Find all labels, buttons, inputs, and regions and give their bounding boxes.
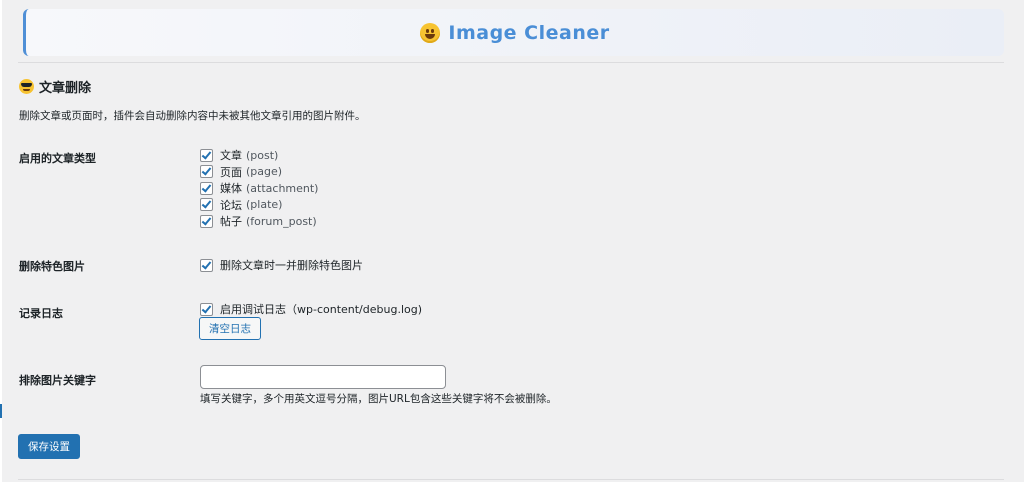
post-type-slug: (post) — [246, 148, 279, 162]
clear-log-button[interactable]: 清空日志 — [199, 317, 261, 340]
enable-debug-log-text: 启用调试日志（wp-content/debug.log) — [220, 303, 423, 317]
delete-featured-image-option[interactable]: 删除文章时一并删除特色图片 — [200, 257, 363, 274]
post-type-name: 帖子 — [220, 215, 242, 229]
post-type-name: 论坛 — [220, 198, 242, 212]
delete-featured-image-text: 删除文章时一并删除特色图片 — [220, 259, 363, 273]
post-type-name: 媒体 — [220, 182, 242, 196]
header-divider — [18, 62, 1004, 63]
post-type-plate-checkbox[interactable] — [200, 198, 213, 212]
section-title-text: 文章删除 — [39, 81, 92, 96]
delete-featured-image-checkbox[interactable] — [200, 258, 213, 272]
footer-divider — [18, 479, 1004, 480]
header-banner: Image Cleaner — [23, 9, 1004, 56]
post-type-slug: (attachment) — [246, 181, 319, 195]
post-type-page[interactable]: 页面 (page) — [200, 164, 318, 181]
post-type-page-checkbox[interactable] — [200, 165, 213, 179]
post-types-label: 启用的文章类型 — [19, 152, 96, 165]
enable-debug-log-checkbox[interactable] — [200, 302, 213, 316]
sidebar-active-marker — [0, 404, 2, 418]
post-type-name: 页面 — [220, 165, 242, 179]
featured-image-label: 删除特色图片 — [19, 260, 85, 273]
post-type-attachment-checkbox[interactable] — [200, 181, 213, 195]
post-type-plate[interactable]: 论坛 (plate) — [200, 197, 318, 214]
post-type-slug: (forum_post) — [246, 214, 317, 228]
admin-sidebar-edge — [0, 0, 2, 482]
plugin-title-text: Image Cleaner — [448, 21, 610, 44]
post-types-checkbox-list: 文章 (post) 页面 (page) 媒体 (attachment) 论坛 (… — [200, 147, 318, 230]
plugin-title: Image Cleaner — [420, 22, 609, 44]
post-type-name: 文章 — [220, 149, 242, 163]
section-description: 删除文章或页面时，插件会自动删除内容中未被其他文章引用的图片附件。 — [19, 110, 366, 122]
post-type-post-checkbox[interactable] — [200, 148, 213, 162]
logging-label: 记录日志 — [19, 307, 63, 320]
post-type-forum-post-checkbox[interactable] — [200, 214, 213, 228]
post-type-slug: (page) — [246, 165, 283, 179]
exclude-keywords-label: 排除图片关键字 — [19, 374, 96, 387]
exclude-keywords-help: 填写关键字，多个用英文逗号分隔，图片URL包含这些关键字将不会被删除。 — [200, 393, 557, 405]
sunglasses-face-icon — [19, 79, 34, 94]
post-type-post[interactable]: 文章 (post) — [200, 147, 318, 164]
post-type-forum-post[interactable]: 帖子 (forum_post) — [200, 213, 318, 230]
enable-debug-log-option[interactable]: 启用调试日志（wp-content/debug.log) — [200, 301, 422, 318]
post-type-slug: (plate) — [246, 198, 283, 212]
post-type-attachment[interactable]: 媒体 (attachment) — [200, 180, 318, 197]
save-settings-button[interactable]: 保存设置 — [18, 434, 80, 459]
section-title: 文章删除 — [19, 77, 91, 96]
grinning-face-icon — [420, 22, 441, 43]
settings-page: Image Cleaner 文章删除 删除文章或页面时，插件会自动删除内容中未被… — [0, 0, 1024, 482]
exclude-keywords-input[interactable] — [200, 365, 446, 389]
